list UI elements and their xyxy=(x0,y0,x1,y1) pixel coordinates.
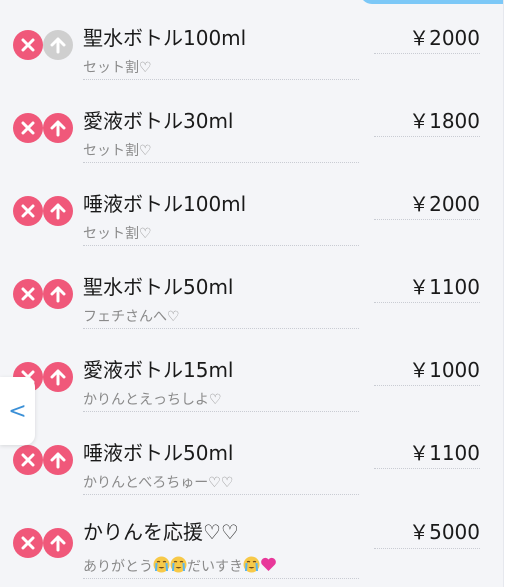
move-up-button[interactable] xyxy=(43,113,73,143)
list-item: かりんを応援♡♡ ￥5000 ありがとう だいすき xyxy=(0,498,504,581)
arrow-up-icon xyxy=(50,286,66,303)
item-comment: かりんとべろちゅー♡♡ xyxy=(83,475,234,491)
price-divider xyxy=(374,548,480,549)
item-price: ￥1800 xyxy=(409,109,480,133)
comment-divider xyxy=(83,494,359,495)
item-name: 唾液ボトル100ml xyxy=(83,192,247,216)
list-item: 聖水ボトル100ml ￥2000 セット割♡ xyxy=(0,0,504,83)
item-price: ￥2000 xyxy=(409,26,480,50)
item-name: かりんを応援♡♡ xyxy=(83,520,239,544)
list-item: 愛液ボトル15ml ￥1000 かりんとえっちしよ♡ xyxy=(0,332,504,415)
item-comment: かりんとえっちしよ♡ xyxy=(83,392,222,408)
item-price: ￥1100 xyxy=(409,441,480,465)
delete-button[interactable] xyxy=(13,279,43,309)
heart-icon xyxy=(261,557,276,571)
close-icon xyxy=(21,121,35,135)
delete-button[interactable] xyxy=(13,445,43,475)
close-icon xyxy=(21,287,35,301)
item-price: ￥2000 xyxy=(409,192,480,216)
item-price: ￥1000 xyxy=(409,358,480,382)
comment-divider xyxy=(83,411,359,412)
crying-face-icon xyxy=(153,556,170,573)
crying-face-icon xyxy=(170,556,187,573)
move-up-button[interactable] xyxy=(43,362,73,392)
right-scroll-edge xyxy=(503,0,512,587)
list-item: 愛液ボトル30ml ￥1800 セット割♡ xyxy=(0,83,504,166)
arrow-up-icon xyxy=(50,37,66,54)
arrow-up-icon xyxy=(50,120,66,137)
arrow-up-icon xyxy=(50,535,66,552)
comment-text: だいすき xyxy=(187,559,243,575)
delete-button[interactable] xyxy=(13,30,43,60)
comment-divider xyxy=(83,328,359,329)
item-price: ￥1100 xyxy=(409,275,480,299)
delete-button[interactable] xyxy=(13,196,43,226)
list-item: 聖水ボトル50ml ￥1100 フェチさんへ♡ xyxy=(0,249,504,332)
list-item: 唾液ボトル50ml ￥1100 かりんとべろちゅー♡♡ xyxy=(0,415,504,498)
move-up-button[interactable] xyxy=(43,30,73,60)
price-divider xyxy=(374,468,480,469)
comment-divider xyxy=(83,162,359,163)
delete-button[interactable] xyxy=(13,113,43,143)
delete-button[interactable] xyxy=(13,528,43,558)
item-list: 聖水ボトル100ml ￥2000 セット割♡ 愛液ボトル30ml ￥1800 セ… xyxy=(0,0,504,587)
item-price: ￥5000 xyxy=(409,520,480,544)
item-comment: セット割♡ xyxy=(83,60,152,76)
crying-face-icon xyxy=(243,556,260,573)
item-comment: セット割♡ xyxy=(83,143,152,159)
back-nav-tab[interactable]: < xyxy=(0,377,35,445)
move-up-button[interactable] xyxy=(43,196,73,226)
item-comment: セット割♡ xyxy=(83,226,152,242)
close-icon xyxy=(21,536,35,550)
close-icon xyxy=(21,38,35,52)
list-item: 唾液ボトル100ml ￥2000 セット割♡ xyxy=(0,166,504,249)
price-divider xyxy=(374,136,480,137)
comment-divider xyxy=(83,578,359,579)
close-icon xyxy=(21,204,35,218)
item-comment: ありがとう だいすき xyxy=(83,556,277,576)
price-divider xyxy=(374,302,480,303)
arrow-up-icon xyxy=(50,203,66,220)
arrow-up-icon xyxy=(50,369,66,386)
comment-divider xyxy=(83,245,359,246)
comment-divider xyxy=(83,79,359,80)
price-divider xyxy=(374,53,480,54)
price-divider xyxy=(374,219,480,220)
move-up-button[interactable] xyxy=(43,445,73,475)
item-name: 愛液ボトル30ml xyxy=(83,109,234,133)
item-name: 聖水ボトル50ml xyxy=(83,275,234,299)
move-up-button[interactable] xyxy=(43,528,73,558)
chevron-left-icon: < xyxy=(8,398,27,424)
comment-text: ありがとう xyxy=(83,559,153,575)
item-name: 愛液ボトル15ml xyxy=(83,358,234,382)
close-icon xyxy=(21,453,35,467)
price-divider xyxy=(374,385,480,386)
arrow-up-icon xyxy=(50,452,66,469)
item-name: 聖水ボトル100ml xyxy=(83,26,247,50)
item-comment: フェチさんへ♡ xyxy=(83,309,180,325)
item-name: 唾液ボトル50ml xyxy=(83,441,234,465)
move-up-button[interactable] xyxy=(43,279,73,309)
